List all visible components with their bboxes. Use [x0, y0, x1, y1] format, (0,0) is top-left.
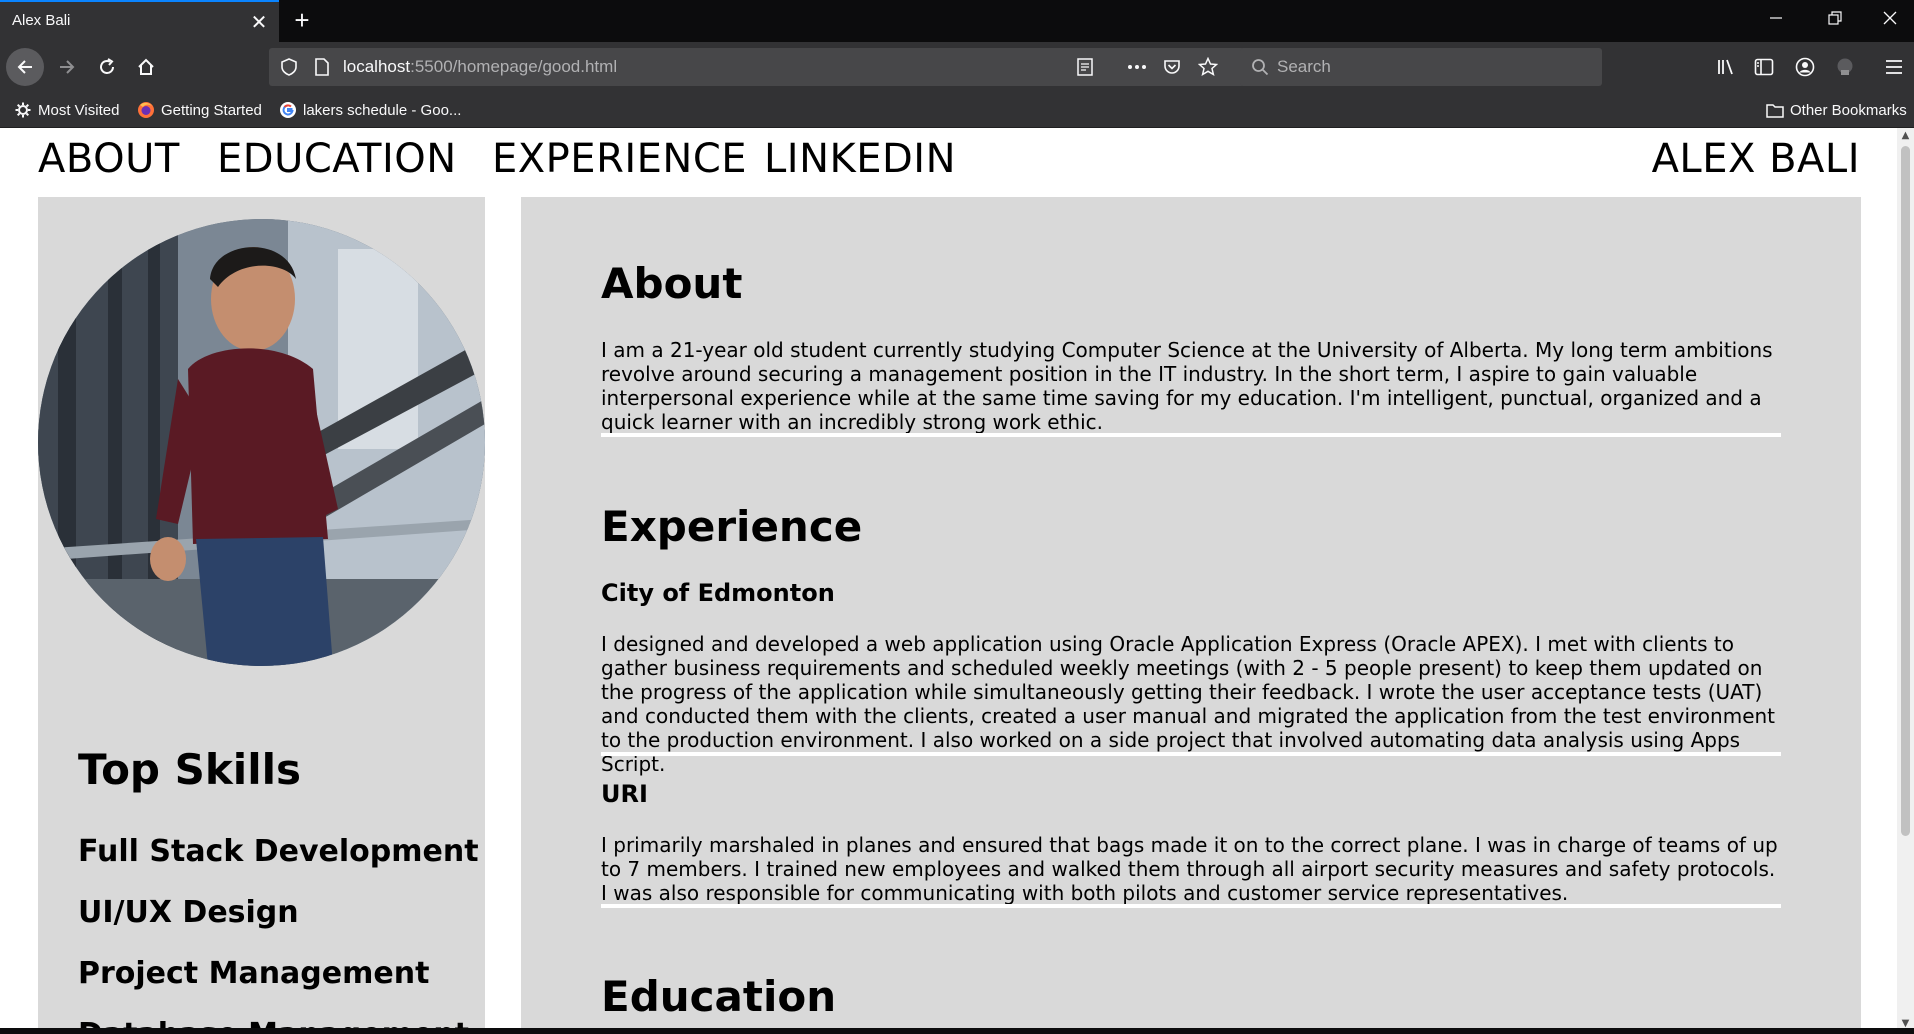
page-viewport: ABOUT EDUCATION EXPERIENCE LINKEDIN ALEX…: [0, 128, 1897, 1034]
scrollbar-thumb[interactable]: [1901, 146, 1910, 836]
job-title-city-of-edmonton: City of Edmonton: [601, 579, 835, 607]
minimize-icon[interactable]: [1756, 8, 1796, 32]
search-icon: [1249, 56, 1271, 78]
scroll-up-arrow-icon[interactable]: ▲: [1899, 130, 1912, 144]
new-tab-button[interactable]: +: [287, 6, 317, 36]
home-icon[interactable]: [127, 48, 165, 86]
divider: [601, 752, 1781, 756]
extension-icon[interactable]: [1826, 48, 1864, 86]
more-actions-icon[interactable]: [1126, 56, 1148, 78]
navigation-toolbar: localhost:5500/homepage/good.html Search: [0, 42, 1914, 92]
profile-sidebar: Top Skills Full Stack Development UI/UX …: [38, 197, 485, 1034]
bookmark-lakers-schedule[interactable]: lakers schedule - Goo...: [279, 99, 461, 121]
shield-icon[interactable]: [278, 56, 300, 78]
library-icon[interactable]: [1707, 48, 1745, 86]
job-description: I primarily marshaled in planes and ensu…: [601, 833, 1778, 905]
tab-title: Alex Bali: [12, 12, 71, 29]
reader-view-icon[interactable]: [1074, 56, 1096, 78]
nav-link-experience[interactable]: EXPERIENCE: [492, 136, 747, 182]
google-icon: [279, 101, 297, 119]
about-heading: About: [601, 259, 743, 308]
experience-heading: Experience: [601, 502, 863, 551]
tab-close-icon[interactable]: ✕: [248, 11, 270, 33]
other-bookmarks-label: Other Bookmarks: [1790, 101, 1907, 119]
nav-link-education[interactable]: EDUCATION: [217, 136, 457, 182]
site-name: ALEX BALI: [1651, 136, 1860, 182]
page-scrollbar[interactable]: ▲ ▼: [1897, 128, 1914, 1034]
skill-item: Full Stack Development: [78, 834, 479, 869]
bookmark-most-visited[interactable]: Most Visited: [14, 99, 119, 121]
back-arrow-icon[interactable]: [6, 48, 44, 86]
menu-icon[interactable]: [1875, 48, 1913, 86]
sidebar-toggle-icon[interactable]: [1745, 48, 1783, 86]
browser-tab[interactable]: Alex Bali ✕: [0, 0, 279, 42]
top-skills-heading: Top Skills: [78, 745, 301, 794]
folder-icon: [1766, 101, 1784, 119]
bookmark-label: Most Visited: [38, 101, 120, 119]
main-content: About I am a 21-year old student current…: [521, 197, 1861, 1034]
skill-item: UI/UX Design: [78, 895, 299, 930]
pocket-icon[interactable]: [1161, 56, 1183, 78]
profile-photo: [38, 219, 485, 666]
nav-link-linkedin[interactable]: LINKEDIN: [764, 136, 956, 182]
bookmarks-toolbar: Most Visited Getting Started lakers sche…: [0, 92, 1914, 128]
bookmark-getting-started[interactable]: Getting Started: [137, 99, 262, 121]
firefox-icon: [137, 101, 155, 119]
nav-link-about[interactable]: ABOUT: [38, 136, 180, 182]
window-bottom-edge: [0, 1028, 1914, 1034]
education-heading: Education: [601, 972, 837, 1021]
address-bar[interactable]: localhost:5500/homepage/good.html: [269, 48, 1244, 86]
bookmark-star-icon[interactable]: [1197, 56, 1219, 78]
url-text[interactable]: localhost:5500/homepage/good.html: [343, 57, 617, 77]
other-bookmarks[interactable]: Other Bookmarks: [1766, 99, 1907, 121]
account-icon[interactable]: [1786, 48, 1824, 86]
search-input[interactable]: Search: [1240, 48, 1602, 86]
job-title-uri: URI: [601, 780, 648, 808]
about-text: I am a 21-year old student currently stu…: [601, 338, 1773, 434]
search-placeholder: Search: [1277, 57, 1331, 76]
skill-item: Project Management: [78, 956, 430, 991]
tab-strip: Alex Bali ✕ +: [0, 0, 1914, 42]
close-window-icon[interactable]: [1870, 8, 1910, 32]
forward-arrow-icon[interactable]: [48, 48, 86, 86]
bookmark-label: Getting Started: [161, 101, 262, 119]
page-info-icon[interactable]: [311, 56, 333, 78]
divider: [601, 904, 1781, 908]
reload-icon[interactable]: [88, 48, 126, 86]
gear-icon: [14, 101, 32, 119]
restore-icon[interactable]: [1815, 8, 1855, 32]
bookmark-label: lakers schedule - Goo...: [303, 101, 462, 119]
divider: [601, 433, 1781, 437]
